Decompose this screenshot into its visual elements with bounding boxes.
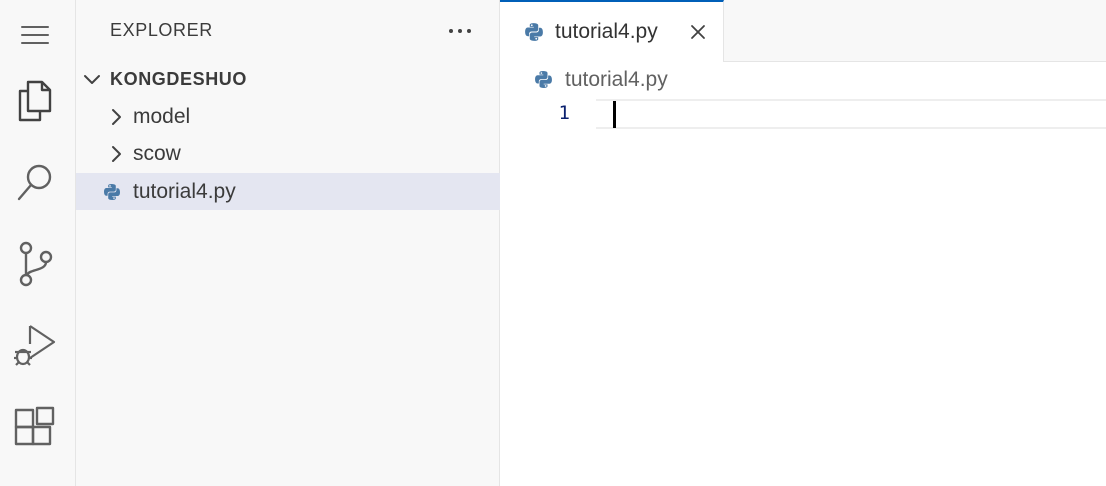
menu-icon xyxy=(20,24,50,46)
extensions-icon xyxy=(13,406,57,450)
code-editor-surface[interactable] xyxy=(596,99,1106,486)
editor-area: tutorial4.py tutorial4.py 1 xyxy=(500,0,1106,486)
python-file-icon xyxy=(524,22,544,47)
run-debug-button[interactable] xyxy=(0,310,70,380)
chevron-right-icon xyxy=(106,107,126,127)
breadcrumb-label: tutorial4.py xyxy=(565,68,668,91)
menu-button[interactable] xyxy=(0,0,70,70)
tab-tutorial4[interactable]: tutorial4.py xyxy=(500,0,724,62)
root-folder-row[interactable]: KONGDESHUO xyxy=(76,61,500,98)
tree-item-file-tutorial4[interactable]: tutorial4.py xyxy=(76,173,500,210)
vscode-window: EXPLORER KONGDESHUO model scow tutorial4… xyxy=(0,0,1106,486)
tree-item-label: model xyxy=(133,104,191,128)
tree-item-label: tutorial4.py xyxy=(133,179,236,203)
source-control-icon xyxy=(15,241,55,287)
python-file-icon xyxy=(534,70,553,94)
search-button[interactable] xyxy=(0,148,70,218)
explorer-sidebar: EXPLORER KONGDESHUO model scow tutorial4… xyxy=(76,0,500,486)
run-debug-icon xyxy=(13,322,57,368)
extensions-button[interactable] xyxy=(0,393,70,463)
tree-item-folder-scow[interactable]: scow xyxy=(76,135,500,172)
more-actions-button[interactable] xyxy=(446,16,474,44)
breadcrumb[interactable]: tutorial4.py xyxy=(500,62,1106,98)
root-folder-label: KONGDESHUO xyxy=(110,69,248,89)
explorer-button[interactable] xyxy=(0,66,70,136)
python-file-icon xyxy=(102,182,122,202)
chevron-right-icon xyxy=(106,144,126,164)
tree-item-label: scow xyxy=(133,141,181,165)
tree-item-folder-model[interactable]: model xyxy=(76,98,500,135)
source-control-button[interactable] xyxy=(0,229,70,299)
sidebar-title: EXPLORER xyxy=(110,20,213,40)
activity-bar xyxy=(0,0,76,486)
search-icon xyxy=(15,161,55,205)
ellipsis-icon xyxy=(448,21,472,39)
tab-label: tutorial4.py xyxy=(555,20,658,43)
close-icon[interactable] xyxy=(688,22,708,42)
chevron-down-icon xyxy=(82,70,102,90)
explorer-icon xyxy=(15,79,55,123)
line-number: 1 xyxy=(558,102,570,124)
tab-bar: tutorial4.py xyxy=(500,0,1106,62)
